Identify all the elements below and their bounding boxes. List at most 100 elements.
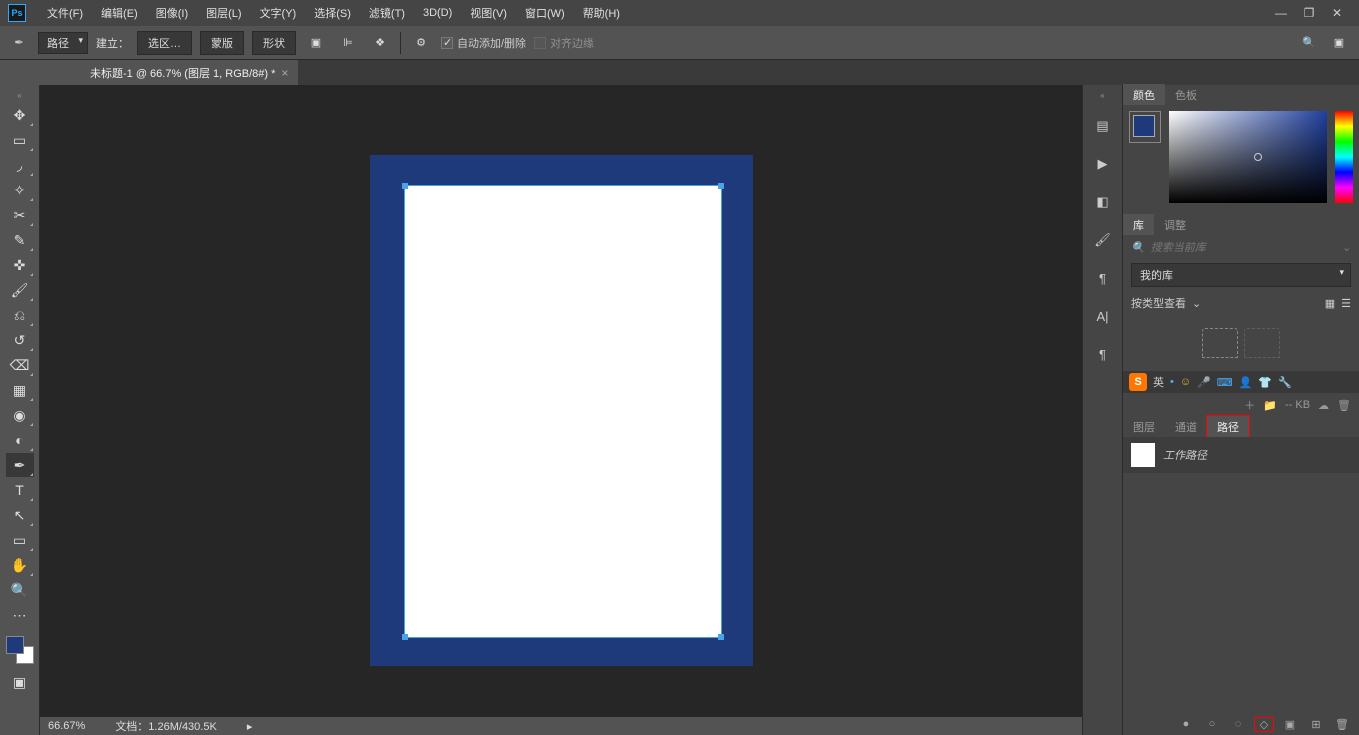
color-swatches[interactable] <box>6 636 34 664</box>
app-icon[interactable]: Ps <box>8 4 26 22</box>
path-op-icon[interactable]: ▣ <box>304 31 328 55</box>
document-tab[interactable]: 未标题-1 @ 66.7% (图层 1, RGB/8#) * × <box>80 60 298 85</box>
gradient-tool[interactable]: ▦ <box>6 378 34 402</box>
ime-smiley-icon[interactable]: ☺ <box>1180 376 1191 388</box>
history-icon[interactable]: ◧ <box>1091 190 1115 214</box>
dodge-tool[interactable]: ◐ <box>6 428 34 452</box>
stamp-tool[interactable]: ⎌ <box>6 303 34 327</box>
foreground-color-swatch[interactable] <box>6 636 24 654</box>
tab-close-icon[interactable]: × <box>281 66 288 80</box>
chevron-down-icon[interactable]: ⌄ <box>1192 297 1201 310</box>
menu-help[interactable]: 帮助(H) <box>574 5 629 21</box>
menu-select[interactable]: 选择(S) <box>305 5 360 21</box>
side-expand-icon[interactable]: « <box>1100 91 1104 100</box>
menu-file[interactable]: 文件(F) <box>38 5 92 21</box>
cloud-icon[interactable]: ☁ <box>1318 399 1329 412</box>
ime-mic-icon[interactable]: 🎤 <box>1197 376 1211 389</box>
window-minimize[interactable]: — <box>1267 3 1295 23</box>
auto-add-delete-checkbox[interactable]: 自动添加/删除 <box>441 35 526 51</box>
menu-3d[interactable]: 3D(D) <box>414 7 461 19</box>
marquee-tool[interactable]: ▭ <box>6 128 34 152</box>
menu-window[interactable]: 窗口(W) <box>516 5 574 21</box>
create-selection-button[interactable]: 选区… <box>137 31 192 55</box>
workspace-icon[interactable]: ▣ <box>1327 31 1351 55</box>
menu-image[interactable]: 图像(I) <box>147 5 197 21</box>
folder-icon[interactable]: 📁 <box>1263 399 1277 412</box>
canvas[interactable]: 66.67% 文档：1.26M/430.5K ▸ <box>40 85 1082 735</box>
wand-tool[interactable]: ✧ <box>6 178 34 202</box>
channels-tab[interactable]: 通道 <box>1165 416 1207 438</box>
move-tool[interactable]: ✥ <box>6 103 34 127</box>
rectangle-tool[interactable]: ▭ <box>6 528 34 552</box>
zoom-level[interactable]: 66.67% <box>48 720 85 732</box>
libraries-tab[interactable]: 库 <box>1123 214 1154 236</box>
ime-tools-icon[interactable]: 🔧 <box>1278 376 1292 389</box>
document[interactable] <box>370 155 753 666</box>
chevron-down-icon[interactable]: ⌄ <box>1342 241 1351 254</box>
window-maximize[interactable]: ❐ <box>1295 3 1323 23</box>
quickmask-tool[interactable]: ▣ <box>6 670 34 694</box>
fill-path-icon[interactable]: ● <box>1177 718 1195 730</box>
list-view-icon[interactable]: ☰ <box>1341 297 1351 310</box>
delete-path-icon[interactable]: 🗑 <box>1333 718 1351 731</box>
new-path-icon[interactable]: ⊞ <box>1307 718 1325 731</box>
menu-filter[interactable]: 滤镜(T) <box>360 5 414 21</box>
pen-tool[interactable]: ✒ <box>6 453 34 477</box>
menu-edit[interactable]: 编辑(E) <box>92 5 147 21</box>
create-mask-button[interactable]: 蒙版 <box>200 31 244 55</box>
toolbox-collapse-icon[interactable]: « <box>3 91 37 99</box>
search-icon[interactable]: 🔍 <box>1131 241 1145 254</box>
create-shape-button[interactable]: 形状 <box>252 31 296 55</box>
type-tool[interactable]: T <box>6 478 34 502</box>
path-select-tool[interactable]: ↖ <box>6 503 34 527</box>
hue-strip[interactable] <box>1335 111 1353 203</box>
ime-skin-icon[interactable]: 👕 <box>1258 376 1272 389</box>
ime-sogou-icon[interactable]: S <box>1129 373 1147 391</box>
color-preview[interactable] <box>1129 111 1161 143</box>
add-icon[interactable]: ＋ <box>1244 397 1255 413</box>
handle-bl[interactable] <box>402 634 408 640</box>
edit-toolbar[interactable]: ⋯ <box>6 603 34 627</box>
pen-tool-icon[interactable]: ✒ <box>8 32 30 54</box>
color-tab[interactable]: 颜色 <box>1123 84 1165 106</box>
trash-icon[interactable]: 🗑 <box>1337 399 1351 412</box>
ime-keyboard-icon[interactable]: ⌨ <box>1217 376 1233 389</box>
doc-info[interactable]: 文档：1.26M/430.5K <box>115 718 217 734</box>
character-icon[interactable]: ¶ <box>1091 266 1115 290</box>
path-row[interactable]: 工作路径 <box>1123 437 1359 473</box>
window-close[interactable]: ✕ <box>1323 3 1351 23</box>
menu-layer[interactable]: 图层(L) <box>197 5 250 21</box>
lasso-tool[interactable]: ◞ <box>6 153 34 177</box>
stroke-path-icon[interactable]: ○ <box>1203 718 1221 730</box>
hand-tool[interactable]: ✋ <box>6 553 34 577</box>
gear-icon[interactable]: ⚙ <box>409 31 433 55</box>
handle-tr[interactable] <box>718 183 724 189</box>
actions-icon[interactable]: ▶ <box>1091 152 1115 176</box>
swatches-tab[interactable]: 色板 <box>1165 84 1207 106</box>
history-brush-tool[interactable]: ↺ <box>6 328 34 352</box>
libraries-icon[interactable]: ▤ <box>1091 114 1115 138</box>
path-name[interactable]: 工作路径 <box>1163 447 1207 463</box>
path-to-selection-icon[interactable]: ◌ <box>1229 718 1247 730</box>
heal-tool[interactable]: ✜ <box>6 253 34 277</box>
eraser-tool[interactable]: ⌫ <box>6 353 34 377</box>
brush-tool[interactable]: 🖌 <box>6 278 34 302</box>
eyedropper-tool[interactable]: ✎ <box>6 228 34 252</box>
tool-mode-dropdown[interactable]: 路径 <box>38 32 88 54</box>
paths-tab[interactable]: 路径 <box>1207 416 1249 438</box>
search-icon[interactable]: 🔍 <box>1297 31 1321 55</box>
color-field[interactable] <box>1169 111 1327 203</box>
grid-view-icon[interactable]: ▦ <box>1325 297 1335 310</box>
path-thumbnail[interactable] <box>1131 443 1155 467</box>
handle-br[interactable] <box>718 634 724 640</box>
menu-type[interactable]: 文字(Y) <box>251 5 306 21</box>
ime-lang[interactable]: 英 <box>1153 374 1164 390</box>
add-mask-icon[interactable]: ▣ <box>1281 718 1299 731</box>
glyph-icon[interactable]: A| <box>1091 304 1115 328</box>
library-select[interactable]: 我的库 <box>1131 263 1351 287</box>
handle-tl[interactable] <box>402 183 408 189</box>
lib-search-placeholder[interactable]: 搜索当前库 <box>1151 239 1206 255</box>
ime-user-icon[interactable]: 👤 <box>1239 376 1253 389</box>
zoom-tool[interactable]: 🔍 <box>6 578 34 602</box>
crop-tool[interactable]: ✂ <box>6 203 34 227</box>
